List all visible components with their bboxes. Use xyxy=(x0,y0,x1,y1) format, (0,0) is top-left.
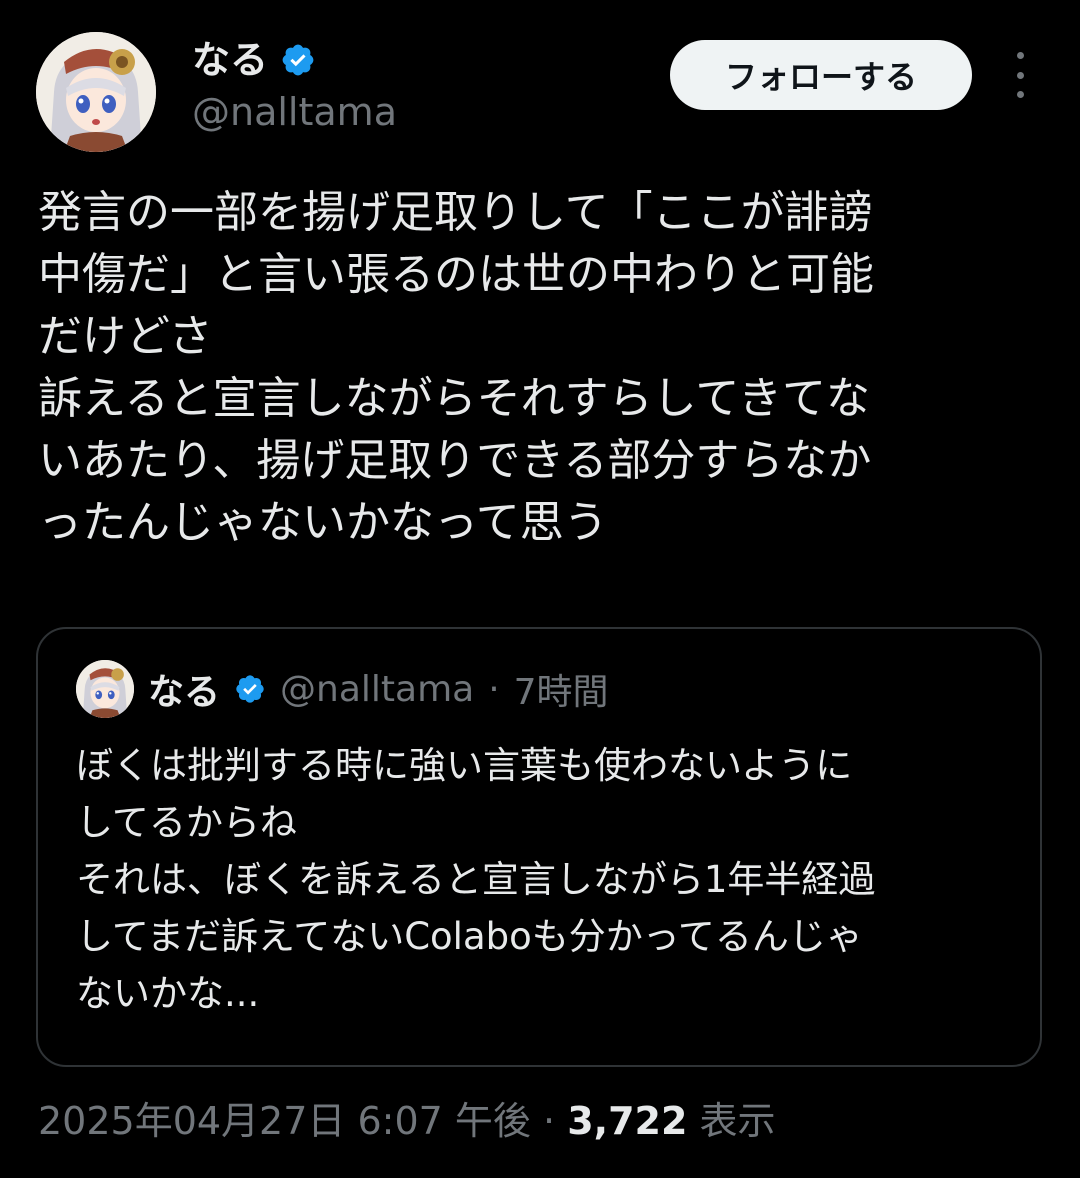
quoted-tweet-text: ぼくは批判する時に強い言葉も使わないように してるからね それは、ぼくを訴えると… xyxy=(76,744,876,1015)
quoted-tweet-card[interactable]: なる @nalltama · 7時間 ぼくは批判する時に強い言葉も使わないように… xyxy=(36,627,1042,1067)
author-name-row[interactable]: なる xyxy=(192,34,316,86)
quoted-author-display-name[interactable]: なる xyxy=(148,663,220,715)
author-display-name[interactable]: なる xyxy=(192,34,268,86)
quoted-tweet-header: なる @nalltama · 7時間 xyxy=(76,659,609,719)
quoted-author-avatar[interactable] xyxy=(76,660,134,718)
more-dot xyxy=(1016,71,1024,79)
views-count: 3,722 xyxy=(567,1099,688,1143)
anime-girl-avatar-icon xyxy=(76,660,134,718)
more-vertical-icon[interactable] xyxy=(1004,52,1036,98)
quoted-tweet-time[interactable]: 7時間 xyxy=(514,663,609,715)
tweet-text: 発言の一部を揚げ足取りして「ここが誹謗 中傷だ」と言い張るのは世の中わりと可能 … xyxy=(38,187,874,548)
author-handle[interactable]: @nalltama xyxy=(192,86,397,138)
tweet-header: なる @nalltama フォローする xyxy=(0,0,1080,160)
verified-badge-icon[interactable] xyxy=(280,42,316,78)
more-dot xyxy=(1016,52,1024,59)
verified-badge-icon xyxy=(234,673,266,705)
footer-separator: · xyxy=(543,1099,556,1143)
quoted-author-handle[interactable]: @nalltama xyxy=(280,669,474,710)
quoted-meta-separator: · xyxy=(488,668,500,710)
views-label: 表示 xyxy=(699,1099,776,1143)
tweet-footer-meta: 2025年04月27日 6:07 午後 · 3,722 表示 xyxy=(38,1092,776,1150)
anime-girl-avatar-icon xyxy=(36,32,156,152)
follow-button[interactable]: フォローする xyxy=(670,40,972,110)
tweet-timestamp[interactable]: 2025年04月27日 6:07 午後 xyxy=(38,1099,531,1143)
author-avatar[interactable] xyxy=(36,32,156,152)
more-dot xyxy=(1016,91,1024,98)
